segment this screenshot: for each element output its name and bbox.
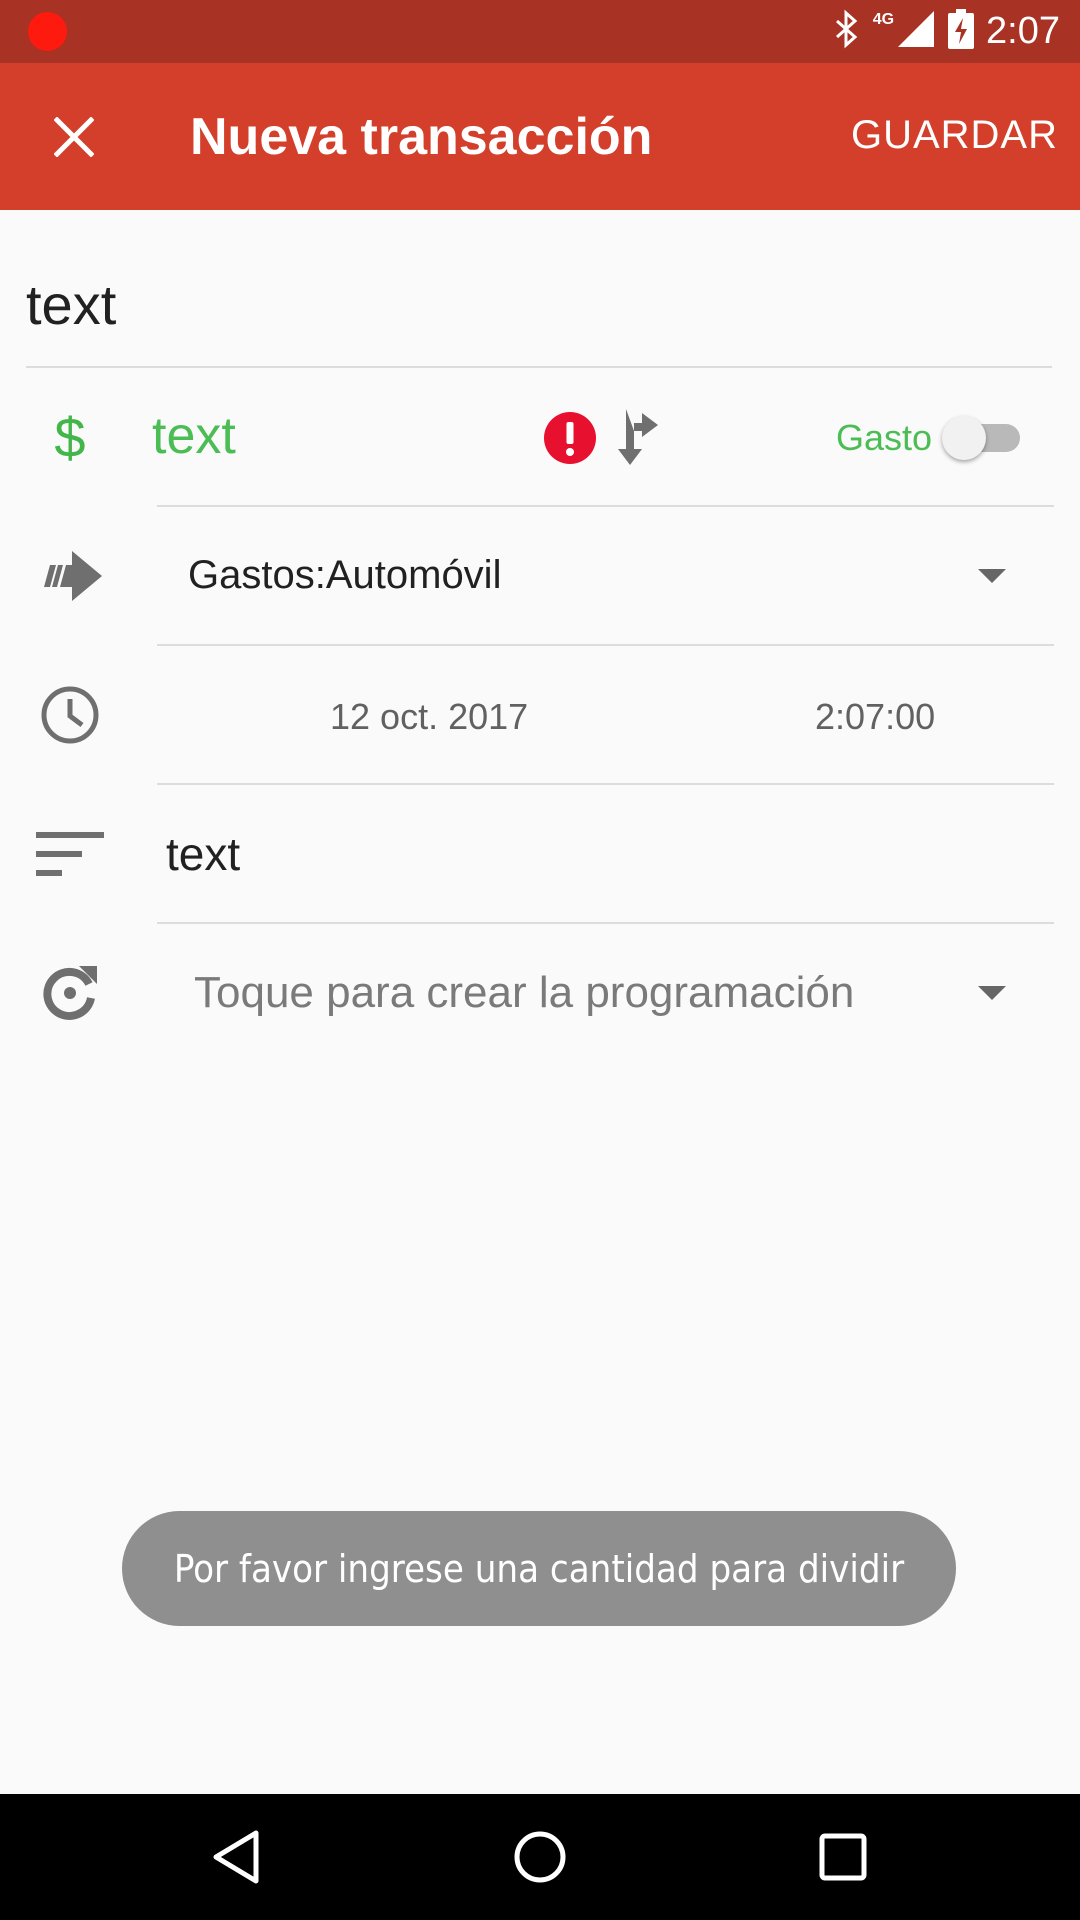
bluetooth-icon <box>831 9 861 54</box>
recents-icon <box>819 1833 867 1881</box>
transfer-arrow-icon <box>28 541 112 611</box>
status-icons: 4G 2:07 <box>831 0 1060 63</box>
toggle-thumb <box>942 416 986 460</box>
description-field[interactable]: text <box>26 268 1052 368</box>
transaction-type-label: Gasto <box>836 417 933 458</box>
repeat-icon <box>28 958 112 1028</box>
time-picker[interactable]: 2:07:00 <box>815 696 935 738</box>
clock-icon <box>28 680 112 750</box>
notes-icon <box>28 819 112 889</box>
toast-text: Por favor ingrese una cantidad para divi… <box>173 1546 905 1591</box>
page-title: Nueva transacción <box>190 108 653 166</box>
back-icon <box>213 1830 259 1884</box>
schedule-select[interactable]: Toque para crear la programación <box>194 968 854 1018</box>
notes-input[interactable]: text <box>166 827 240 881</box>
home-icon <box>514 1831 566 1883</box>
battery-charging-icon <box>948 9 975 54</box>
notes-row: text <box>0 785 1080 924</box>
amount-input[interactable]: text <box>152 406 236 466</box>
recurrence-row[interactable]: Toque para crear la programación <box>0 924 1080 1063</box>
datetime-row: 12 oct. 2017 2:07:00 <box>0 646 1080 785</box>
dropdown-arrow-icon <box>978 569 1006 583</box>
recents-button[interactable] <box>813 1827 873 1887</box>
status-time: 2:07 <box>986 10 1060 52</box>
close-icon <box>54 117 94 157</box>
signal-icon <box>896 9 936 54</box>
toast-message: Por favor ingrese una cantidad para divi… <box>122 1511 956 1626</box>
close-button[interactable] <box>36 99 112 175</box>
network-type-label: 4G <box>872 10 895 28</box>
account-select[interactable]: Gastos:Automóvil <box>188 553 501 598</box>
date-picker[interactable]: 12 oct. 2017 <box>330 696 528 738</box>
back-button[interactable] <box>206 1827 266 1887</box>
transaction-type-toggle[interactable] <box>942 416 1026 460</box>
recording-indicator-icon <box>28 12 67 51</box>
dropdown-arrow-icon <box>978 986 1006 1000</box>
home-button[interactable] <box>510 1827 570 1887</box>
navigation-bar <box>0 1794 1080 1920</box>
app-bar: Nueva transacción GUARDAR <box>0 63 1080 210</box>
error-alert-icon[interactable] <box>543 411 597 470</box>
currency-symbol: $ <box>54 405 86 469</box>
account-row[interactable]: Gastos:Automóvil <box>0 507 1080 646</box>
split-transaction-icon[interactable] <box>612 405 662 472</box>
status-bar: 4G 2:07 <box>0 0 1080 63</box>
description-input[interactable]: text <box>26 272 116 337</box>
save-button[interactable]: GUARDAR <box>851 113 1058 158</box>
